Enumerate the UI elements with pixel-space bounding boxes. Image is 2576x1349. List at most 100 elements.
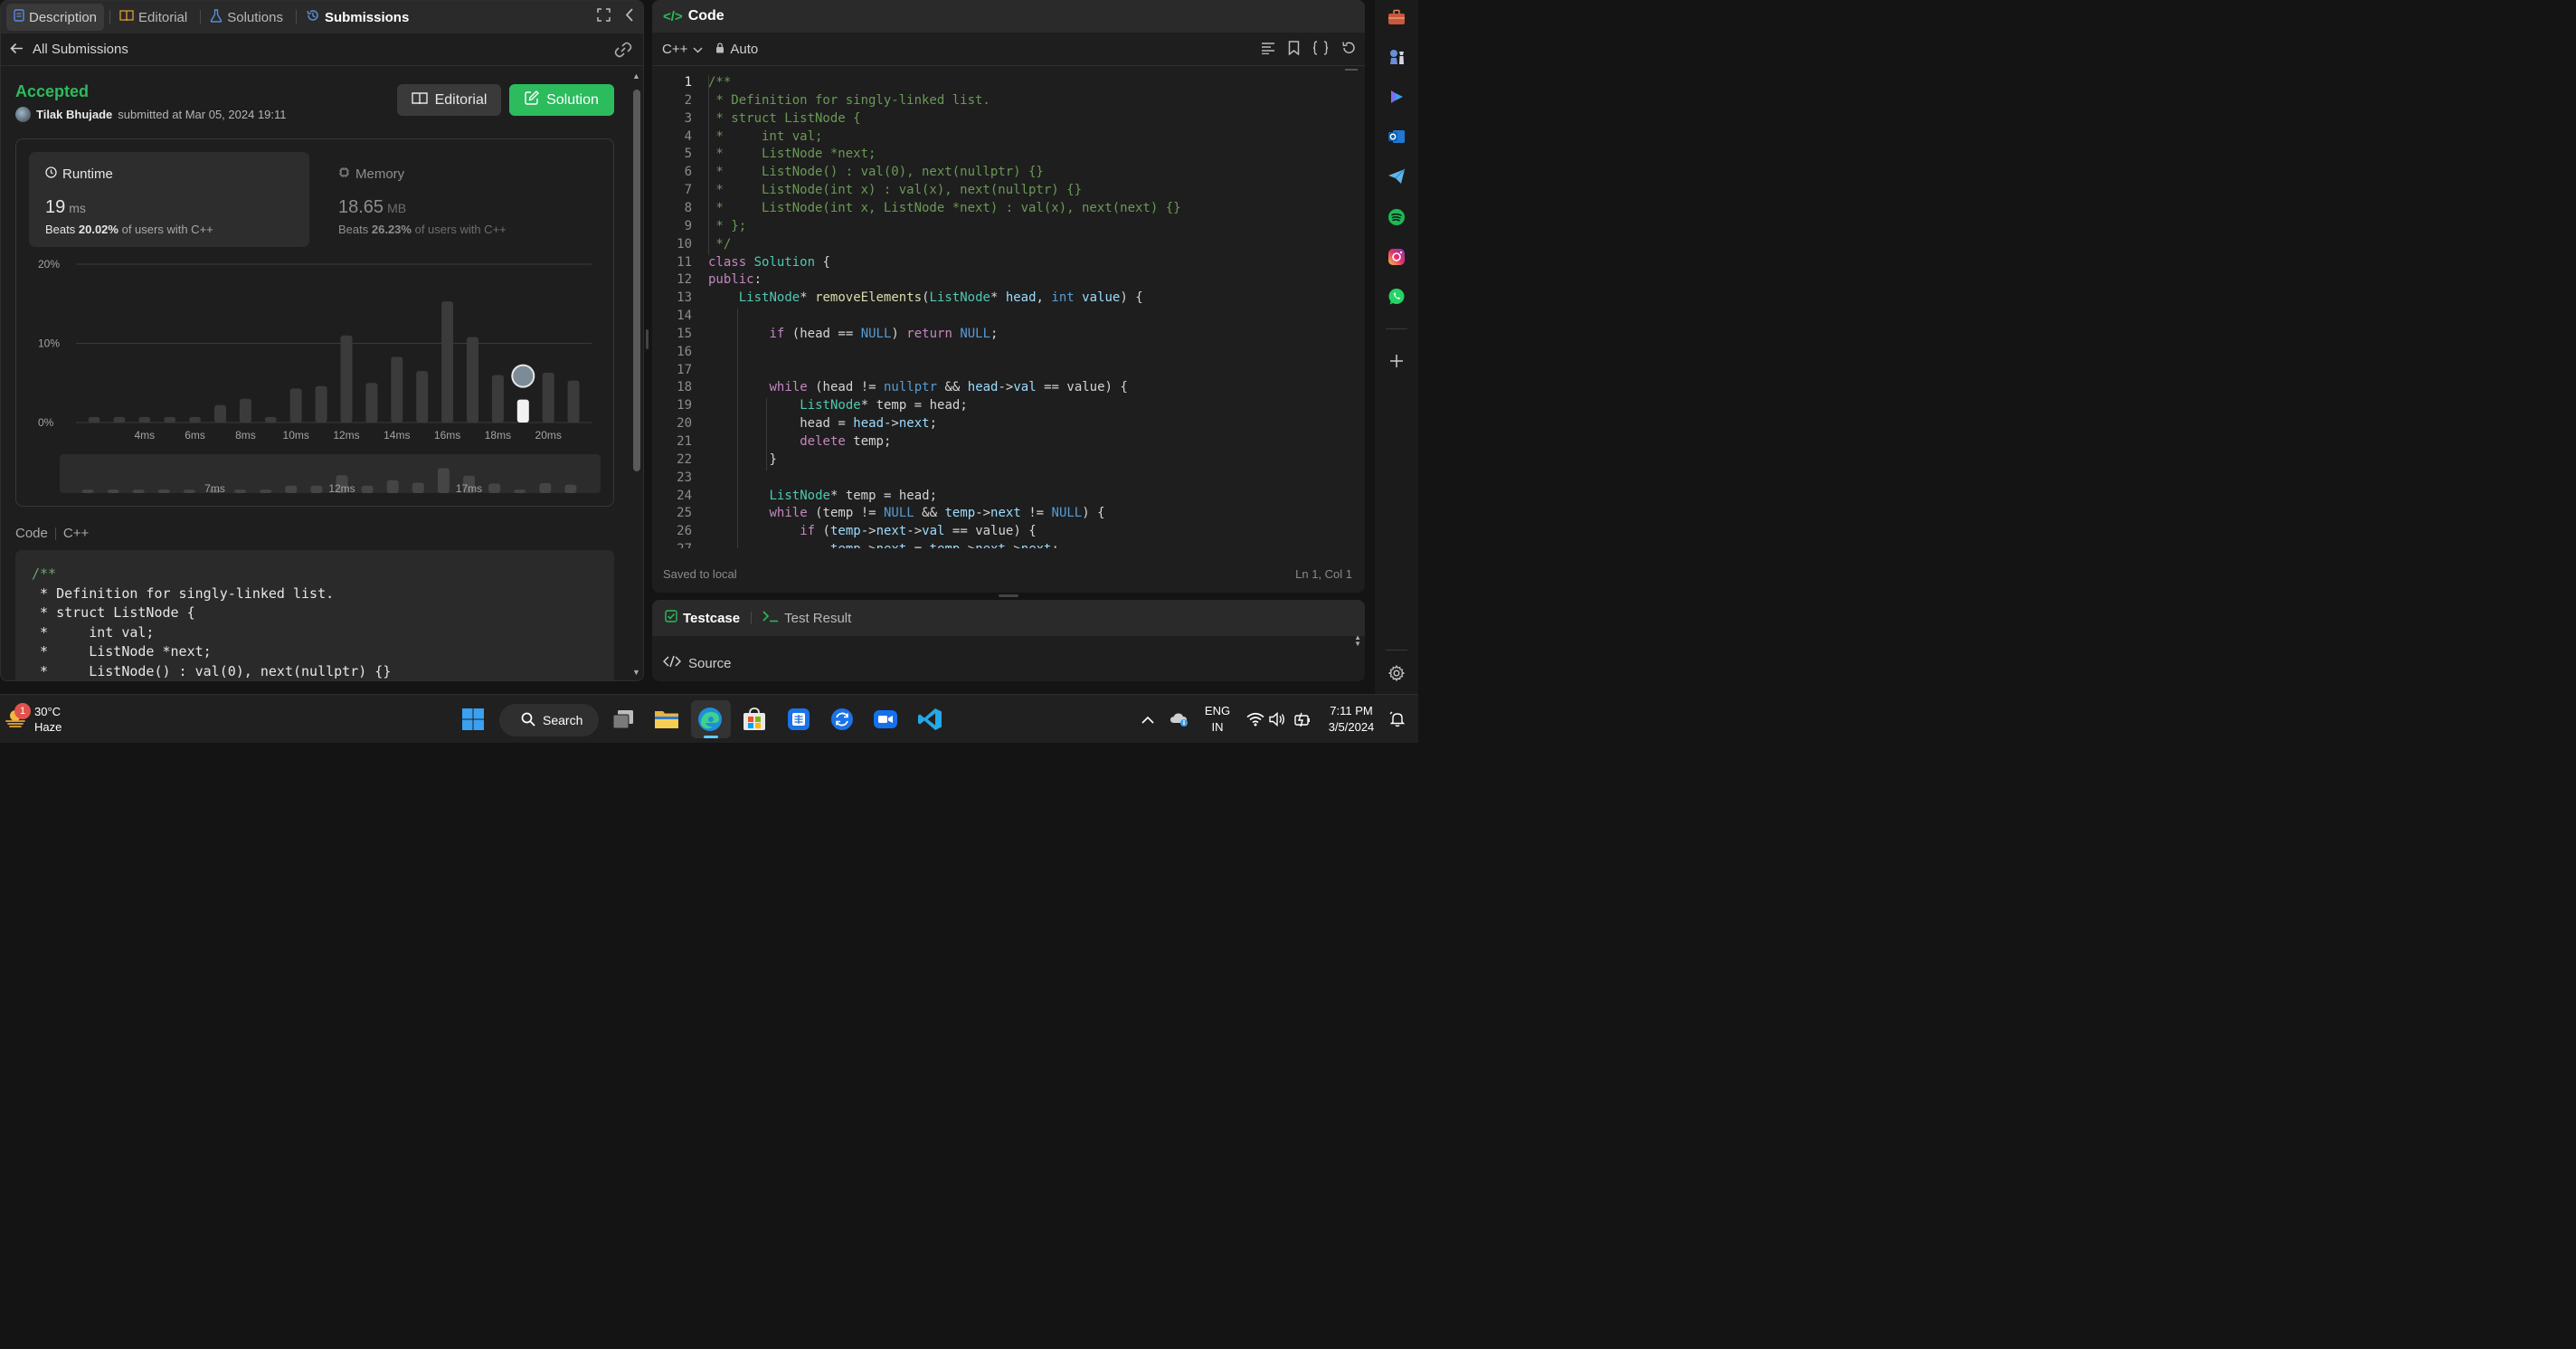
braces-icon[interactable]: [1312, 40, 1329, 59]
tab-submissions[interactable]: Submissions: [298, 4, 416, 31]
user-avatar-marker[interactable]: [511, 364, 535, 388]
author-name[interactable]: Tilak Bhujade: [36, 108, 112, 121]
chart-bar[interactable]: [239, 398, 251, 423]
auto-mode[interactable]: Auto: [715, 42, 758, 57]
chart-bar[interactable]: [542, 372, 554, 423]
chart-bar[interactable]: [214, 404, 226, 423]
chart-bar[interactable]: [340, 335, 353, 423]
tab-test-result[interactable]: Test Result: [762, 610, 851, 626]
code-line[interactable]: ListNode* removeElements(ListNode* head,…: [708, 290, 1143, 305]
tab-solutions[interactable]: Solutions: [203, 4, 290, 31]
language-indicator[interactable]: ENG IN: [1203, 703, 1232, 736]
code-line[interactable]: ListNode* temp = head;: [708, 398, 968, 413]
chart-bar[interactable]: [467, 337, 478, 423]
calculator-app-icon[interactable]: [785, 706, 812, 733]
code-tab-title[interactable]: Code: [688, 8, 724, 24]
code-line[interactable]: * ListNode *next;: [708, 147, 876, 161]
code-line[interactable]: while (head != nullptr && head->val == v…: [708, 380, 1128, 394]
chart-bar[interactable]: [289, 388, 302, 423]
maximize-icon[interactable]: [597, 8, 611, 26]
send-icon[interactable]: [1387, 167, 1406, 185]
code-line[interactable]: * int val;: [708, 129, 822, 144]
solution-button[interactable]: Solution: [509, 84, 614, 116]
chart-bar[interactable]: [491, 375, 504, 423]
source-row[interactable]: Source: [662, 655, 732, 671]
windows-start-icon[interactable]: [459, 706, 487, 733]
chart-bar[interactable]: [164, 416, 176, 423]
code-line[interactable]: * };: [708, 219, 746, 233]
clock[interactable]: 7:11 PM 3/5/2024: [1322, 703, 1380, 736]
taskbar-search[interactable]: Search: [499, 704, 599, 736]
spotify-icon[interactable]: [1387, 208, 1406, 226]
code-line[interactable]: head = head->next;: [708, 416, 937, 431]
sync-app-icon[interactable]: [829, 706, 856, 733]
edge-browser-icon[interactable]: [696, 706, 724, 733]
code-line[interactable]: * ListNode(int x, ListNode *next) : val(…: [708, 201, 1180, 215]
bookmark-icon[interactable]: [1288, 40, 1300, 59]
vscode-icon[interactable]: [916, 706, 943, 733]
code-line[interactable]: * struct ListNode {: [708, 111, 860, 126]
editor-scrollbar[interactable]: [1345, 69, 1358, 71]
updown-icon[interactable]: ▲ ▼: [1354, 634, 1361, 648]
task-view-icon[interactable]: [610, 706, 637, 733]
code-line[interactable]: public:: [708, 272, 762, 287]
collapse-chevron-icon[interactable]: [625, 8, 634, 26]
chess-icon[interactable]: [1387, 48, 1406, 66]
reset-icon[interactable]: [1341, 41, 1356, 59]
code-line[interactable]: temp->next = temp->next->next;: [708, 542, 1059, 548]
code-line[interactable]: /**: [708, 75, 731, 90]
chevron-up-icon[interactable]: [1134, 706, 1161, 733]
chart-bar-current[interactable]: [516, 399, 529, 423]
code-line[interactable]: * Definition for singly-linked list.: [708, 93, 990, 108]
code-line[interactable]: */: [708, 237, 731, 252]
chart-bar[interactable]: [441, 301, 454, 423]
chart-bar[interactable]: [567, 380, 580, 423]
runtime-distribution-chart[interactable]: 20% 10% 0% 4ms 6ms 8ms 10ms 12ms 14ms 16ms 18ms 20…: [16, 248, 613, 506]
settings-gear-icon[interactable]: [1387, 664, 1406, 682]
file-explorer-icon[interactable]: [653, 706, 680, 733]
code-line[interactable]: if (temp->next->val == value) {: [708, 524, 1036, 538]
code-line[interactable]: ListNode* temp = head;: [708, 489, 938, 503]
copilot-icon[interactable]: [1387, 88, 1406, 106]
briefcase-icon[interactable]: [1387, 8, 1406, 26]
avatar[interactable]: [15, 107, 31, 122]
runtime-card[interactable]: Runtime 19 ms Beats 20.02% of users with …: [29, 152, 309, 247]
format-icon[interactable]: [1261, 42, 1275, 58]
scroll-thumb[interactable]: [633, 90, 640, 471]
code-line[interactable]: class Solution {: [708, 255, 830, 270]
code-editor[interactable]: 1 /** 2 * Definition for singly-linked lis…: [652, 72, 1350, 548]
code-line[interactable]: while (temp != NULL && temp->next != NUL…: [708, 506, 1105, 520]
tab-description[interactable]: Description: [6, 4, 105, 31]
whatsapp-icon[interactable]: [1387, 288, 1406, 306]
submitted-code-preview[interactable]: /** * Definition for singly-linked list.…: [15, 550, 614, 680]
chart-bar[interactable]: [315, 385, 327, 423]
code-line[interactable]: delete temp;: [708, 434, 891, 449]
chart-bar[interactable]: [138, 416, 151, 423]
volume-icon[interactable]: [1264, 706, 1291, 733]
memory-card[interactable]: Memory 18.65 MB Beats 26.23% of users wit…: [322, 152, 602, 247]
back-arrow-icon[interactable]: [10, 41, 24, 59]
chart-bar[interactable]: [365, 383, 378, 423]
all-submissions-link[interactable]: All Submissions: [33, 42, 128, 57]
link-icon[interactable]: [614, 42, 632, 62]
video-call-icon[interactable]: [872, 706, 899, 733]
code-line[interactable]: if (head == NULL) return NULL;: [708, 327, 999, 341]
editorial-button[interactable]: Editorial: [397, 84, 501, 116]
chart-bar[interactable]: [88, 416, 100, 423]
scroll-down-icon[interactable]: ▼: [632, 668, 640, 677]
outlook-icon[interactable]: [1387, 128, 1406, 146]
add-icon[interactable]: [1387, 352, 1406, 370]
microsoft-store-icon[interactable]: [741, 706, 768, 733]
code-line[interactable]: * ListNode(int x) : val(x), next(nullptr…: [708, 183, 1082, 197]
onedrive-icon[interactable]: [1166, 706, 1193, 733]
vertical-resize-handle[interactable]: [646, 329, 649, 349]
chart-bar[interactable]: [264, 416, 277, 423]
instagram-icon[interactable]: [1387, 248, 1406, 266]
chart-bar[interactable]: [416, 371, 429, 423]
left-scrollbar[interactable]: ▲ ▼: [632, 71, 640, 677]
chart-bar[interactable]: [189, 416, 202, 423]
notification-bell-icon[interactable]: [1384, 706, 1411, 733]
scroll-up-icon[interactable]: ▲: [632, 71, 640, 81]
tab-testcase[interactable]: Testcase: [665, 610, 740, 626]
tab-editorial[interactable]: Editorial: [112, 4, 194, 31]
